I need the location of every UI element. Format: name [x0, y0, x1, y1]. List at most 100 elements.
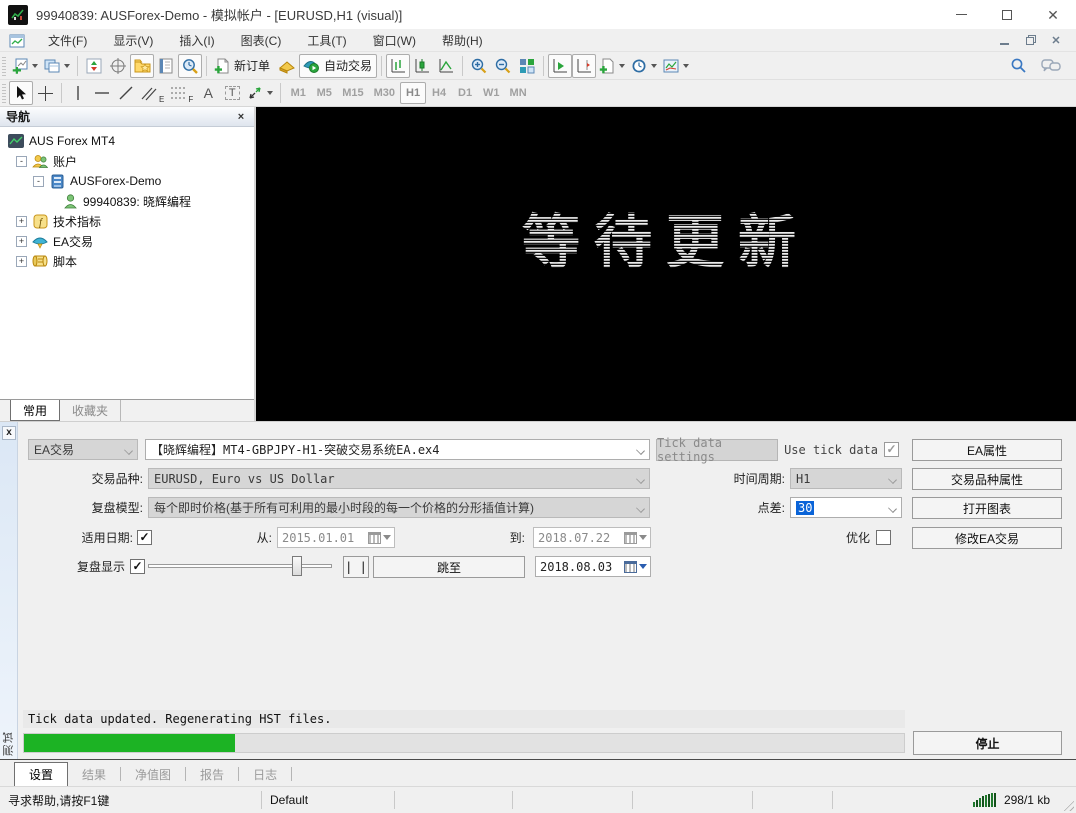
- text-label-button[interactable]: T: [220, 81, 244, 105]
- autoscroll-button[interactable]: [548, 53, 573, 78]
- tree-item-scripts[interactable]: + 脚本: [0, 251, 254, 271]
- jump-to-button[interactable]: 跳至: [373, 556, 525, 578]
- trendline-button[interactable]: [114, 81, 138, 105]
- metaeditor-button[interactable]: [275, 54, 299, 78]
- tester-tab-graph[interactable]: 净值图: [121, 762, 185, 786]
- menu-tools[interactable]: 工具(T): [294, 30, 359, 52]
- arrows-button[interactable]: [244, 81, 276, 105]
- window-minimize-button[interactable]: [938, 0, 984, 30]
- toolbar-grip[interactable]: [2, 83, 6, 103]
- mdi-minimize-button[interactable]: [994, 33, 1014, 49]
- text-button[interactable]: A: [196, 81, 220, 105]
- collapse-icon[interactable]: -: [33, 175, 44, 187]
- symbol-properties-button[interactable]: 交易品种属性: [912, 468, 1062, 490]
- search-button[interactable]: [1006, 54, 1030, 78]
- tester-close-button[interactable]: x: [2, 426, 16, 440]
- ea-file-combo[interactable]: 【晓辉编程】MT4-GBPJPY-H1-突破交易系统EA.ex4: [145, 439, 650, 460]
- jump-date-field[interactable]: 2018.08.03: [535, 556, 651, 577]
- use-date-checkbox[interactable]: ✓: [137, 530, 152, 545]
- menu-insert[interactable]: 插入(I): [166, 30, 227, 52]
- timeframe-h1-button[interactable]: H1: [400, 82, 427, 104]
- timeframe-w1-button[interactable]: W1: [478, 82, 505, 104]
- navigator-close-button[interactable]: ×: [234, 111, 248, 123]
- visual-mode-checkbox[interactable]: ✓: [130, 559, 145, 574]
- timeframe-d1-button[interactable]: D1: [452, 82, 478, 104]
- timeframe-m15-button[interactable]: M15: [337, 82, 368, 104]
- tester-tab-settings[interactable]: 设置: [14, 762, 69, 786]
- menu-help[interactable]: 帮助(H): [429, 30, 496, 52]
- timeframe-h4-button[interactable]: H4: [426, 82, 452, 104]
- modify-ea-button[interactable]: 修改EA交易: [912, 527, 1062, 549]
- navigator-tab-common[interactable]: 常用: [10, 400, 61, 421]
- fibonacci-button[interactable]: F: [167, 81, 196, 105]
- optimize-checkbox[interactable]: [876, 530, 891, 545]
- expand-icon[interactable]: +: [16, 215, 27, 227]
- chart-bars-button[interactable]: [386, 53, 411, 78]
- data-window-button[interactable]: [106, 54, 130, 78]
- tree-item-ea[interactable]: + EA交易: [0, 231, 254, 251]
- slider-thumb[interactable]: [291, 556, 302, 576]
- menu-file[interactable]: 文件(F): [35, 30, 100, 52]
- mdi-restore-button[interactable]: [1020, 33, 1040, 49]
- tester-tab-results[interactable]: 结果: [68, 762, 120, 786]
- menu-window[interactable]: 窗口(W): [360, 30, 429, 52]
- collapse-icon[interactable]: -: [16, 155, 27, 167]
- market-watch-button[interactable]: [82, 54, 106, 78]
- templates-button[interactable]: [660, 54, 692, 78]
- statusbar-profile[interactable]: Default: [262, 791, 395, 809]
- visual-speed-slider[interactable]: [148, 556, 332, 576]
- tree-item-accounts[interactable]: - 账户: [0, 151, 254, 171]
- zoom-in-button[interactable]: [467, 54, 491, 78]
- symbol-combo[interactable]: EURUSD, Euro vs US Dollar: [148, 468, 650, 489]
- timeframe-m30-button[interactable]: M30: [369, 82, 400, 104]
- terminal-button[interactable]: [154, 54, 178, 78]
- tree-item-root[interactable]: AUS Forex MT4: [0, 131, 254, 151]
- open-chart-button[interactable]: 打开图表: [912, 497, 1062, 519]
- chat-button[interactable]: [1038, 54, 1064, 78]
- period-combo[interactable]: H1: [790, 468, 902, 489]
- use-tick-data-checkbox[interactable]: ✓: [884, 442, 899, 457]
- indicators-button[interactable]: [596, 54, 628, 78]
- new-chart-button[interactable]: [9, 54, 41, 78]
- autotrading-button[interactable]: 自动交易: [299, 53, 378, 78]
- tester-tab-report[interactable]: 报告: [186, 762, 238, 786]
- toolbar-grip[interactable]: [2, 55, 6, 76]
- tree-item-server[interactable]: - AUSForex-Demo: [0, 171, 254, 191]
- zoom-out-button[interactable]: [491, 54, 515, 78]
- tick-data-settings-button[interactable]: Tick data settings: [656, 436, 778, 464]
- strategy-tester-button[interactable]: [178, 53, 202, 78]
- timeframe-mn-button[interactable]: MN: [505, 82, 532, 104]
- date-from-field[interactable]: 2015.01.01: [277, 527, 395, 548]
- crosshair-button[interactable]: [33, 81, 57, 105]
- tester-tab-journal[interactable]: 日志: [239, 762, 291, 786]
- navigator-tab-favorites[interactable]: 收藏夹: [60, 400, 122, 421]
- date-to-field[interactable]: 2018.07.22: [533, 527, 651, 548]
- profiles-button[interactable]: [41, 54, 73, 78]
- channel-button[interactable]: E: [138, 81, 167, 105]
- stop-button[interactable]: 停止: [913, 731, 1062, 755]
- chart-candles-button[interactable]: [410, 54, 434, 78]
- chart-shift-button[interactable]: [572, 53, 597, 78]
- spread-combo[interactable]: 30: [790, 497, 902, 518]
- timeframe-m5-button[interactable]: M5: [311, 82, 337, 104]
- new-order-button[interactable]: 新订单: [211, 54, 275, 78]
- mdi-close-button[interactable]: ✕: [1046, 33, 1066, 49]
- tree-item-account-login[interactable]: 99940839: 晓辉编程: [0, 191, 254, 211]
- chart-area[interactable]: 等待更新: [256, 107, 1076, 421]
- navigator-button[interactable]: [130, 53, 154, 78]
- expand-icon[interactable]: +: [16, 255, 27, 267]
- pause-button[interactable]: | |: [343, 556, 369, 578]
- periods-button[interactable]: [628, 54, 660, 78]
- model-combo[interactable]: 每个即时价格(基于所有可利用的最小时段的每一个价格的分形插值计算): [148, 497, 650, 518]
- window-close-button[interactable]: ✕: [1030, 0, 1076, 30]
- ea-properties-button[interactable]: EA属性: [912, 439, 1062, 461]
- horizontal-line-button[interactable]: [90, 81, 114, 105]
- tile-windows-button[interactable]: [515, 54, 539, 78]
- tree-item-indicators[interactable]: + f 技术指标: [0, 211, 254, 231]
- window-maximize-button[interactable]: [984, 0, 1030, 30]
- vertical-line-button[interactable]: [66, 81, 90, 105]
- expand-icon[interactable]: +: [16, 235, 27, 247]
- timeframe-m1-button[interactable]: M1: [285, 82, 311, 104]
- cursor-button[interactable]: [9, 81, 33, 105]
- tester-type-combo[interactable]: EA交易: [28, 439, 138, 460]
